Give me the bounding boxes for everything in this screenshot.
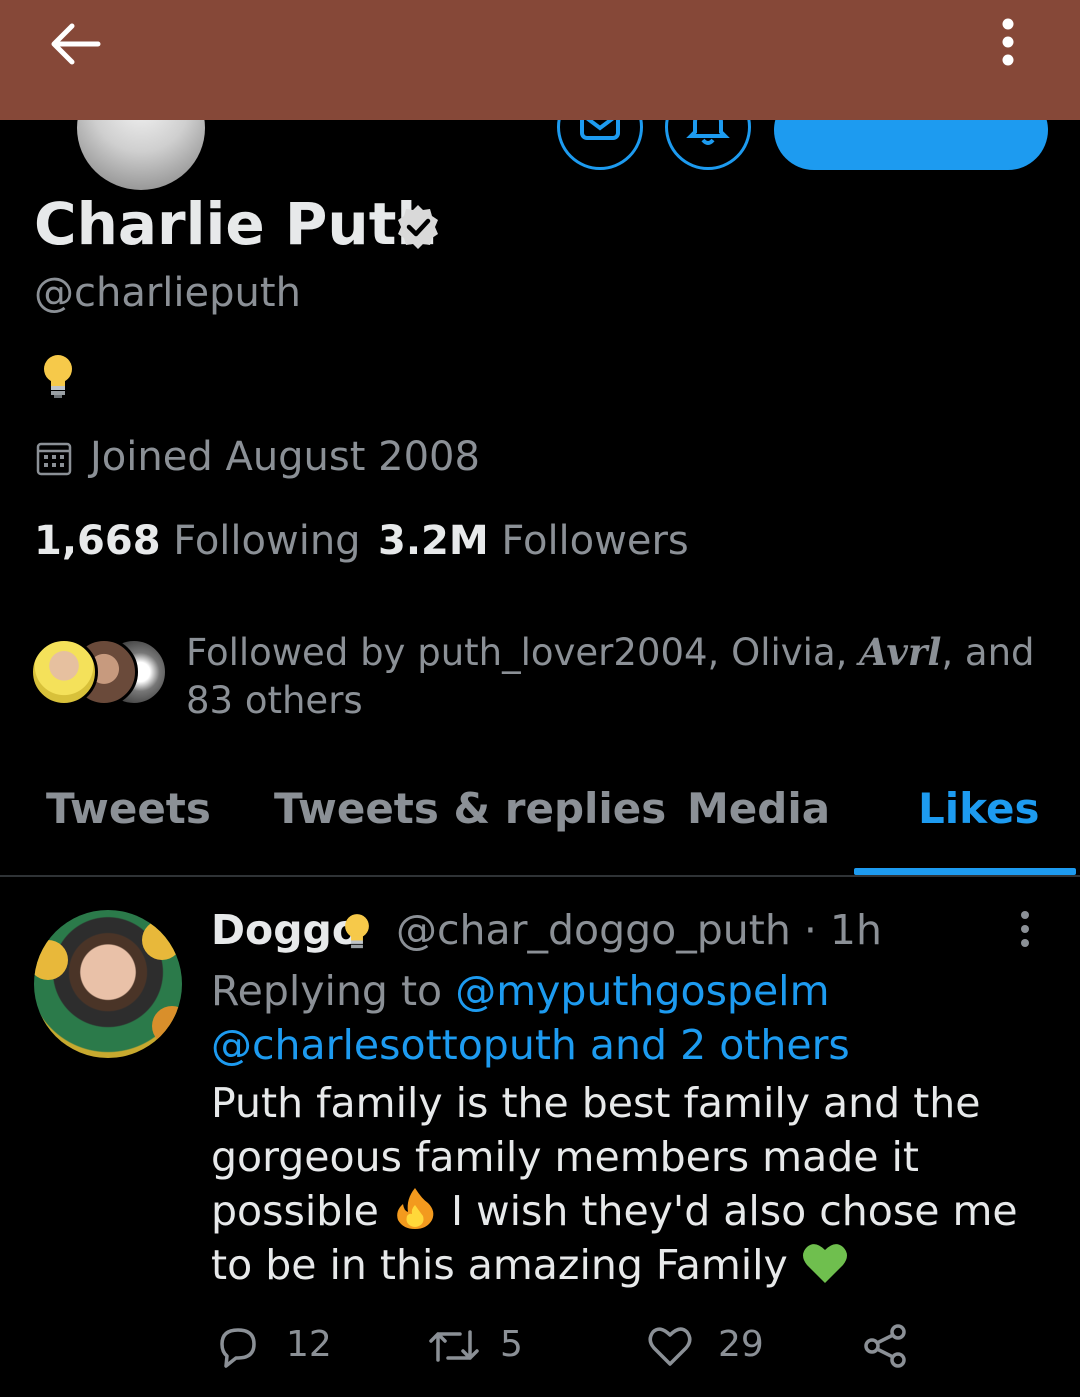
tab-likes[interactable]: Likes	[918, 784, 1039, 833]
share-icon	[864, 1324, 906, 1368]
profile-name: Charlie Puth	[34, 190, 438, 258]
like-count: 29	[718, 1324, 764, 1365]
tweet-text: Puth family is the best family and the g…	[211, 1076, 1051, 1292]
tabs-divider	[0, 875, 1080, 877]
followers-count-link[interactable]: 3.2M Followers	[378, 518, 689, 564]
tweet-author-avatar[interactable]	[34, 910, 182, 1058]
tweet-more-button[interactable]	[1010, 908, 1040, 950]
calendar-icon	[36, 442, 72, 476]
reply-mention-link[interactable]: @myputhgospelm	[455, 967, 829, 1015]
reply-mention-link[interactable]: @charlesottoputh and 2 others	[211, 1021, 850, 1069]
tab-media[interactable]: Media	[687, 784, 830, 833]
heart-icon	[648, 1327, 692, 1366]
joined-date: Joined August 2008	[90, 434, 480, 480]
back-arrow-icon	[51, 23, 101, 65]
retweet-button[interactable]: 5	[426, 1320, 536, 1372]
more-vertical-icon	[1021, 911, 1029, 947]
followed-by-prefix: Followed by puth_lover2004, Olivia,	[186, 631, 860, 674]
back-button[interactable]	[40, 16, 116, 72]
verified-badge-icon	[398, 205, 438, 249]
followed-by-text[interactable]: Followed by puth_lover2004, Olivia, Avrl…	[186, 628, 1046, 725]
followed-by-styled-name: Avrl	[859, 630, 942, 674]
following-count-link[interactable]: 1,668 Following	[34, 518, 361, 564]
replying-prefix: Replying to	[211, 967, 456, 1015]
like-button[interactable]: 29	[646, 1320, 776, 1372]
tweet-author-handle-time: @char_doggo_puth · 1h	[396, 906, 882, 954]
followers-label: Followers	[501, 518, 689, 564]
top-app-bar	[0, 0, 1080, 120]
following-label: Following	[173, 518, 361, 564]
share-button[interactable]	[862, 1320, 912, 1372]
tab-tweets[interactable]: Tweets	[46, 784, 211, 833]
more-options-button[interactable]	[985, 14, 1031, 70]
tweet-author-name[interactable]: Doggo	[211, 906, 360, 954]
active-tab-indicator	[854, 868, 1076, 875]
reply-count: 12	[286, 1324, 332, 1365]
profile-handle: @charlieputh	[34, 270, 301, 316]
reply-button[interactable]: 12	[214, 1320, 344, 1372]
follower-avatar	[30, 638, 98, 706]
retweet-icon	[429, 1330, 479, 1362]
green-heart-icon	[802, 1244, 847, 1283]
lightbulb-icon	[345, 914, 369, 949]
following-count: 1,668	[34, 518, 161, 564]
followers-count: 3.2M	[378, 518, 489, 564]
lightbulb-icon	[44, 355, 72, 398]
more-vertical-icon	[1002, 18, 1014, 66]
replying-to: Replying to @myputhgospelm @charlesottopu…	[211, 964, 1041, 1072]
tab-tweets-and-replies[interactable]: Tweets & replies	[274, 784, 666, 833]
retweet-count: 5	[500, 1324, 523, 1365]
fire-icon	[397, 1188, 434, 1229]
reply-icon	[220, 1328, 256, 1368]
